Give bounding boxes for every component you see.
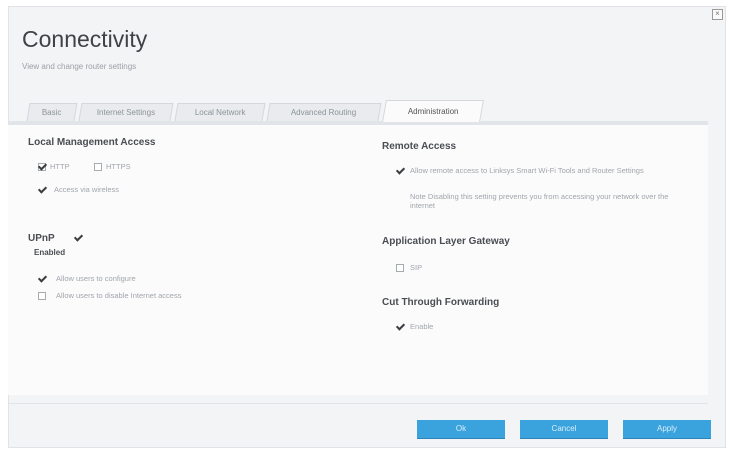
sip-label: SIP (410, 263, 423, 272)
remote-access-label: Allow remote access to Linksys Smart Wi-… (410, 166, 644, 175)
tab-basic[interactable]: Basic (26, 103, 78, 121)
apply-button[interactable]: Apply (623, 420, 711, 438)
tab-administration[interactable]: Administration (382, 100, 484, 122)
close-icon[interactable]: × (712, 9, 723, 20)
remote-access-checkbox[interactable] (396, 167, 404, 175)
local-management-title: Local Management Access (28, 137, 156, 148)
upnp-enabled-checkbox[interactable] (74, 234, 82, 242)
ok-button[interactable]: Ok (417, 420, 505, 438)
allow-disable-internet-label: Allow users to disable Internet access (56, 291, 182, 300)
footer-divider (8, 403, 708, 404)
upnp-enabled-label: Enabled (34, 248, 66, 257)
access-wireless-label: Access via wireless (54, 185, 120, 194)
tab-advanced-routing[interactable]: Advanced Routing (266, 103, 382, 121)
remote-access-note: Note Disabling this setting prevents you… (410, 192, 669, 210)
https-checkbox[interactable] (94, 163, 102, 171)
tab-local-network[interactable]: Local Network (174, 103, 266, 121)
alg-title: Application Layer Gateway (382, 236, 510, 247)
cancel-button[interactable]: Cancel (520, 420, 608, 438)
remote-access-title: Remote Access (382, 141, 457, 152)
http-checkbox[interactable] (38, 163, 46, 171)
tab-internet-settings[interactable]: Internet Settings (78, 103, 174, 121)
upnp-title: UPnP (28, 233, 55, 244)
ctf-enable-label: Enable (410, 322, 434, 331)
allow-configure-label: Allow users to configure (56, 274, 136, 283)
sip-checkbox[interactable] (396, 264, 404, 272)
ctf-enable-checkbox[interactable] (396, 323, 404, 331)
https-label: HTTPS (106, 162, 131, 171)
ctf-title: Cut Through Forwarding (382, 297, 500, 308)
allow-disable-internet-checkbox[interactable] (38, 292, 46, 300)
page-title: Connectivity (22, 26, 148, 52)
http-label: HTTP (50, 162, 70, 171)
page-subtitle: View and change router settings (22, 62, 137, 71)
allow-configure-checkbox[interactable] (38, 275, 46, 283)
access-wireless-checkbox[interactable] (38, 186, 46, 194)
